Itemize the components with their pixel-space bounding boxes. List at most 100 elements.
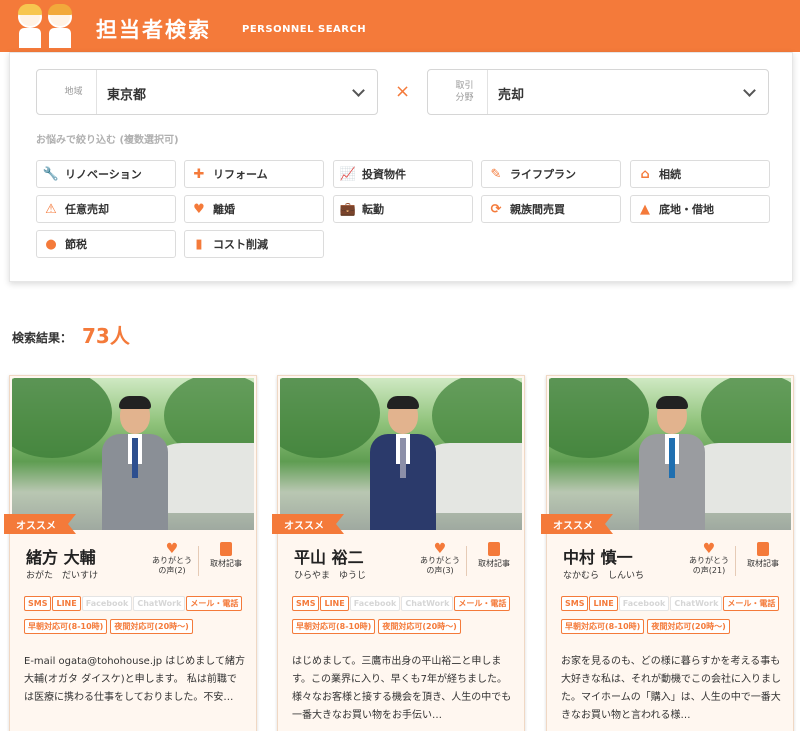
house-alert-icon: ⚠ [45, 201, 57, 217]
article-link[interactable]: 取材記事 [472, 542, 516, 569]
result-label: 検索結果： [12, 331, 73, 345]
filter-label: お悩みで絞り込む (複数選択可) [36, 135, 179, 146]
document-icon [488, 542, 500, 556]
search-panel: 地域 東京都 × 取引 分野 売却 お悩みで絞り込む (複数選択可) 🔧 リノベ… [9, 52, 793, 282]
staff-card[interactable]: オススメ 中村 慎一 なかむら しんいち ♥ ありがとう の声(21) 取材記事… [541, 375, 794, 731]
thanks-link[interactable]: ♥ ありがとう の声(2) [152, 542, 192, 576]
hours-badge: 早朝対応可(8-10時) [292, 619, 376, 634]
staff-name[interactable]: 平山 裕二 [294, 544, 364, 568]
page-title: 担当者検索 [96, 18, 211, 42]
contact-badge: ChatWork [401, 596, 454, 611]
tag-label: 任意売却 [65, 203, 109, 216]
tag-label: 離婚 [213, 203, 235, 216]
heart-icon: ♥ [702, 541, 716, 557]
contact-badge: ChatWork [670, 596, 723, 611]
tag-label: 底地・借地 [659, 203, 714, 216]
page-subtitle: PERSONNEL SEARCH [242, 24, 367, 35]
tag-label: リフォーム [213, 168, 268, 181]
staff-card[interactable]: オススメ 緒方 大輔 おがた だいすけ ♥ ありがとう の声(2) 取材記事 S… [4, 375, 257, 731]
hours-badge: 夜間対応可(20時〜) [110, 619, 193, 634]
staff-card[interactable]: オススメ 平山 裕二 ひらやま ゆうじ ♥ ありがとう の声(3) 取材記事 S… [272, 375, 525, 731]
staff-name[interactable]: 緒方 大輔 [26, 544, 96, 568]
mascot-icon [16, 4, 44, 48]
wrench-icon: 🔧 [42, 166, 60, 182]
contact-badge: LINE [589, 596, 618, 611]
contact-badges: SMS LINE Facebook ChatWork メール・電話 [292, 596, 524, 615]
document-icon [220, 542, 232, 556]
recommend-ribbon: オススメ [4, 514, 76, 534]
contact-badges: SMS LINE Facebook ChatWork メール・電話 [561, 596, 793, 615]
tag-investment[interactable]: 📈 投資物件 [333, 160, 473, 188]
thanks-link[interactable]: ♥ ありがとう の声(21) [689, 542, 729, 576]
staff-name[interactable]: 中村 慎一 [563, 544, 633, 568]
area-select-value: 東京都 [107, 88, 147, 103]
contact-badge: Facebook [81, 596, 133, 611]
staff-photo[interactable] [549, 378, 791, 530]
hours-badge: 早朝対応可(8-10時) [24, 619, 108, 634]
chevron-down-icon [743, 84, 756, 97]
mascot-icon [46, 4, 74, 48]
document-icon [757, 542, 769, 556]
bar-chart-icon: ▮ [195, 236, 203, 252]
tag-land[interactable]: ▲ 底地・借地 [630, 195, 770, 223]
contact-badge: メール・電話 [186, 596, 243, 611]
article-label: 取材記事 [478, 559, 510, 568]
article-label: 取材記事 [747, 559, 779, 568]
article-link[interactable]: 取材記事 [741, 542, 785, 569]
tag-lifeplan[interactable]: ✎ ライフプラン [481, 160, 621, 188]
plus-icon: ✚ [193, 166, 205, 182]
hours-badge: 夜間対応可(20時〜) [378, 619, 461, 634]
contact-badge: SMS [292, 596, 320, 611]
staff-intro: お家を見るのも、どの様に暮らすかを考える事も大好きな私は、それが動機でこの会社に… [561, 656, 781, 721]
broken-heart-icon: ♥ [193, 201, 205, 217]
contact-badge: メール・電話 [454, 596, 511, 611]
contact-badges: SMS LINE Facebook ChatWork メール・電話 [24, 596, 256, 615]
heart-icon: ♥ [433, 541, 447, 557]
hours-badges: 早朝対応可(8-10時) 夜間対応可(20時〜) [24, 619, 196, 638]
tag-reform[interactable]: ✚ リフォーム [184, 160, 324, 188]
tag-transfer[interactable]: 💼 転勤 [333, 195, 473, 223]
hours-badge: 夜間対応可(20時〜) [647, 619, 730, 634]
staff-photo[interactable] [280, 378, 522, 530]
money-bag-icon: ● [45, 236, 57, 252]
thanks-link[interactable]: ♥ ありがとう の声(3) [420, 542, 460, 576]
recommend-ribbon: オススメ [272, 514, 344, 534]
contact-badge: LINE [52, 596, 81, 611]
recommend-ribbon: オススメ [541, 514, 613, 534]
house-icon: ⌂ [640, 166, 650, 182]
area-select-label: 地域 [51, 70, 97, 114]
result-count: 73人 [82, 324, 130, 348]
article-link[interactable]: 取材記事 [204, 542, 248, 569]
divider [198, 546, 199, 576]
chevron-down-icon [352, 84, 365, 97]
field-select[interactable]: 取引 分野 売却 [427, 69, 769, 115]
tag-voluntary-sale[interactable]: ⚠ 任意売却 [36, 195, 176, 223]
tag-renovation[interactable]: 🔧 リノベーション [36, 160, 176, 188]
tag-family-sale[interactable]: ⟳ 親族間売買 [481, 195, 621, 223]
tag-divorce[interactable]: ♥ 離婚 [184, 195, 324, 223]
tag-cost-reduction[interactable]: ▮ コスト削減 [184, 230, 324, 258]
pen-icon: ✎ [490, 166, 502, 182]
chart-line-icon: 📈 [339, 166, 357, 182]
thanks-label: ありがとう の声(3) [420, 556, 460, 575]
contact-badge: Facebook [618, 596, 670, 611]
staff-intro: E-mail ogata@tohohouse.jp はじめまして緒方 大輔(オガ… [24, 656, 246, 703]
divider [735, 546, 736, 576]
staff-kana: ひらやま ゆうじ [294, 571, 367, 581]
staff-photo[interactable] [12, 378, 254, 530]
tag-label: 転勤 [362, 203, 384, 216]
briefcase-icon: 💼 [339, 201, 357, 217]
tag-label: 相続 [659, 168, 681, 181]
tag-tax-saving[interactable]: ● 節税 [36, 230, 176, 258]
land-icon: ▲ [640, 201, 650, 217]
tag-label: 親族間売買 [510, 203, 565, 216]
tag-inheritance[interactable]: ⌂ 相続 [630, 160, 770, 188]
contact-badge: ChatWork [133, 596, 186, 611]
staff-kana: なかむら しんいち [563, 571, 645, 581]
thanks-label: ありがとう の声(21) [689, 556, 729, 575]
hours-badges: 早朝対応可(8-10時) 夜間対応可(20時〜) [561, 619, 733, 638]
page-header: 担当者検索 PERSONNEL SEARCH [0, 0, 800, 52]
divider [466, 546, 467, 576]
area-select[interactable]: 地域 東京都 [36, 69, 378, 115]
hours-badges: 早朝対応可(8-10時) 夜間対応可(20時〜) [292, 619, 464, 638]
